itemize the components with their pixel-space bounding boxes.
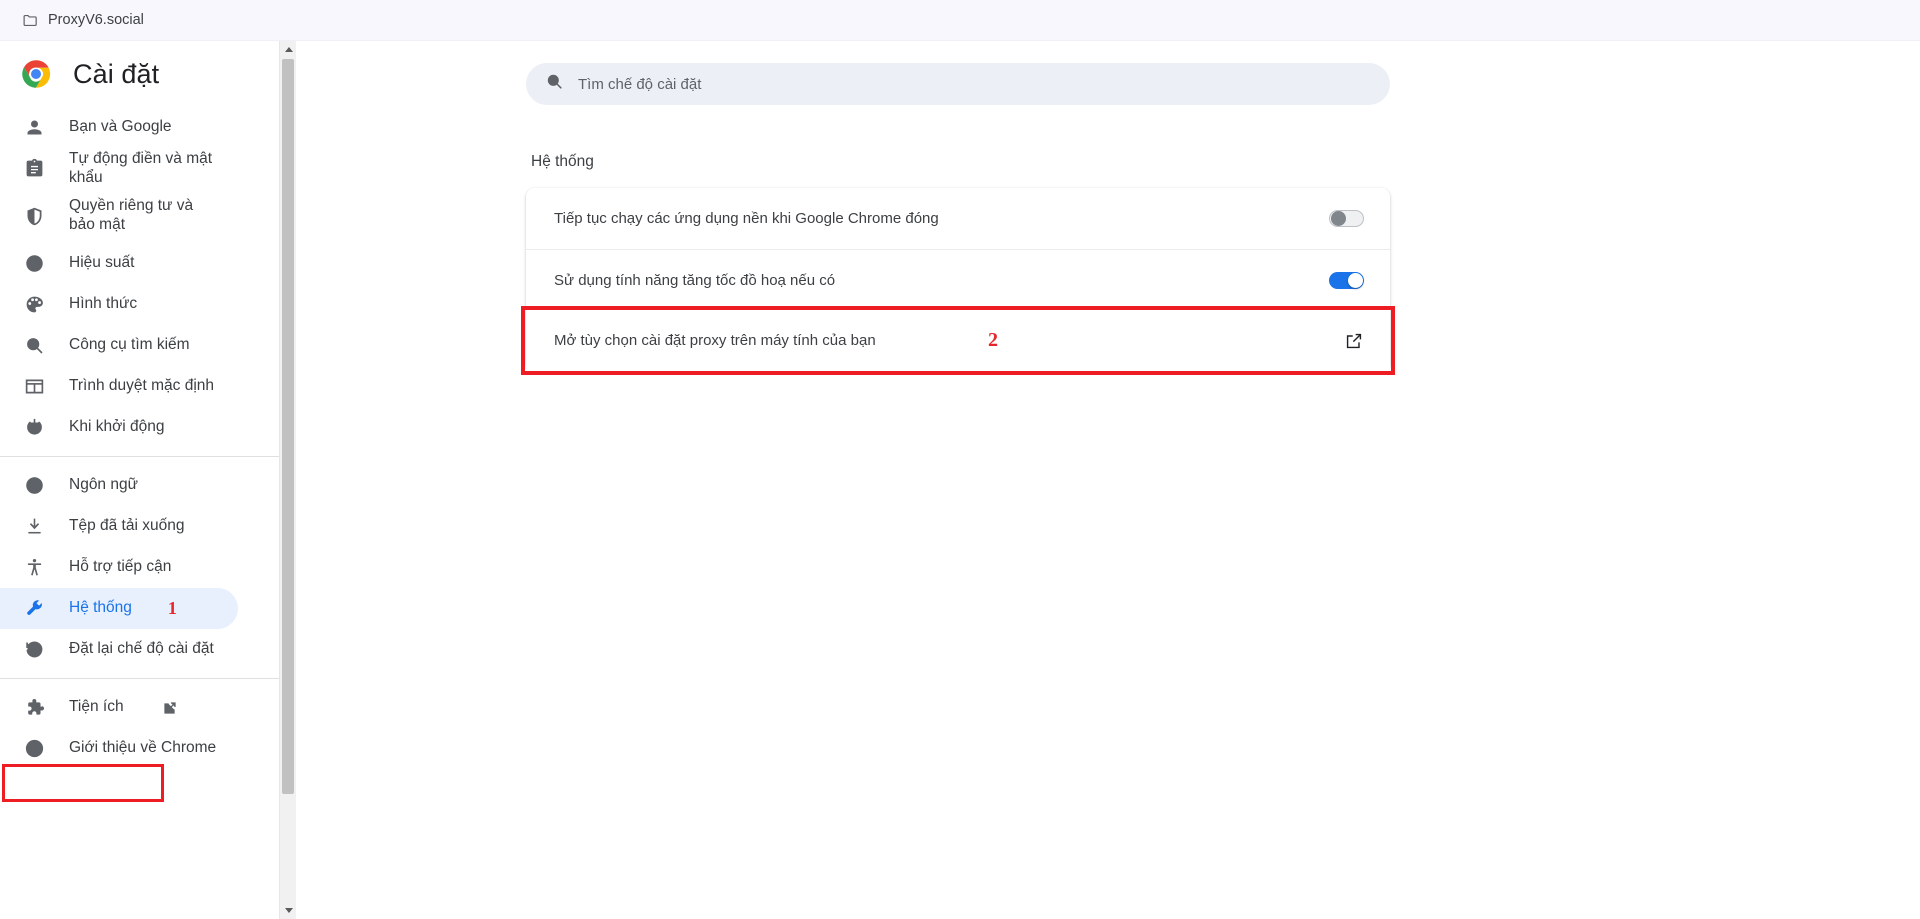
row-label: Tiếp tục chạy các ứng dụng nền khi Googl… [554,210,939,227]
sidebar-scrollbar[interactable] [279,41,297,919]
toggle-knob [1331,211,1346,226]
external-link-icon [162,700,178,716]
sidebar-item-label: Bạn và Google [69,118,172,136]
chrome-outline-icon [24,738,45,759]
sidebar-group-2: Ngôn ngữ Tệp đã tải xuống Hỗ trợ tiếp cậ… [0,465,296,670]
settings-brand: Cài đặt [0,41,296,107]
shield-icon [24,206,45,227]
sidebar-item-label: Hình thức [69,295,138,313]
sidebar-item-label: Tệp đã tải xuống [69,517,185,535]
puzzle-icon [24,697,45,718]
search-icon [24,335,45,356]
accessibility-icon [24,557,45,578]
sidebar-item-label: Đặt lại chế độ cài đặt [69,640,214,658]
sidebar-item-accessibility[interactable]: Hỗ trợ tiếp cận [0,547,238,588]
section-title-system: Hệ thống [531,153,594,170]
palette-icon [24,294,45,315]
sidebar-item-you-and-google[interactable]: Bạn và Google [0,107,238,148]
power-icon [24,417,45,438]
sidebar-item-search-engine[interactable]: Công cụ tìm kiếm [0,325,238,366]
sidebar-item-label: Hệ thống [69,599,132,617]
clipboard-icon [24,158,45,179]
toggle-hardware-acceleration[interactable] [1329,271,1364,289]
scroll-down-arrow-icon[interactable] [280,902,297,919]
row-label: Mở tùy chọn cài đặt proxy trên máy tính … [554,332,876,349]
sidebar-item-system[interactable]: Hệ thống 1 [0,588,238,629]
globe-icon [24,475,45,496]
toggle-background-apps[interactable] [1329,210,1364,227]
sidebar-item-label: Quyền riêng tư và bảo mật [69,197,194,233]
restore-icon [24,639,45,660]
sidebar-divider-1 [0,456,296,457]
sidebar-group-3: Tiện ích Giới thiệu về Chrome [0,687,296,769]
scrollbar-thumb[interactable] [282,59,294,794]
folder-icon [22,12,39,29]
sidebar-item-autofill[interactable]: Tự động điền và mật khẩu [0,148,238,189]
wrench-icon [24,598,45,619]
sidebar-item-default-browser[interactable]: Trình duyệt mặc định [0,366,238,407]
sidebar-item-downloads[interactable]: Tệp đã tải xuống [0,506,238,547]
row-background-apps[interactable]: Tiếp tục chạy các ứng dụng nền khi Googl… [526,188,1390,249]
sidebar-item-extensions[interactable]: Tiện ích [0,687,238,728]
sidebar-item-label: Trình duyệt mặc định [69,377,215,395]
download-icon [24,516,45,537]
bookmark-label: ProxyV6.social [48,12,144,28]
sidebar-item-about-chrome[interactable]: Giới thiệu về Chrome [0,728,238,769]
sidebar-item-languages[interactable]: Ngôn ngữ [0,465,238,506]
sidebar-item-privacy-security[interactable]: Quyền riêng tư và bảo mật [0,189,238,243]
sidebar-item-performance[interactable]: Hiệu suất [0,243,238,284]
bookmark-item-proxyv6[interactable]: ProxyV6.social [14,8,152,33]
row-wrapper-proxy: Mở tùy chọn cài đặt proxy trên máy tính … [521,306,1395,375]
sidebar-item-appearance[interactable]: Hình thức [0,284,238,325]
sidebar-item-label: Ngôn ngữ [69,476,138,494]
sidebar-item-label: Tiện ích [69,698,124,716]
annotation-marker-2: 2 [988,329,998,351]
sidebar-item-label: Giới thiệu về Chrome [69,739,217,757]
sidebar-divider-2 [0,678,296,679]
search-box[interactable] [526,63,1390,105]
bookmarks-bar: ProxyV6.social [0,0,1920,41]
row-hardware-acceleration[interactable]: Sử dụng tính năng tăng tốc đồ hoạ nếu có [526,249,1390,310]
search-input[interactable] [578,75,1371,93]
sidebar-item-label: Hiệu suất [69,254,135,272]
sidebar-item-label: Hỗ trợ tiếp cận [69,558,172,576]
search-area [296,41,1920,105]
row-open-proxy-settings[interactable]: Mở tùy chọn cài đặt proxy trên máy tính … [526,310,1390,371]
toggle-knob [1348,272,1363,288]
row-label: Sử dụng tính năng tăng tốc đồ hoạ nếu có [554,271,836,289]
sidebar-item-on-startup[interactable]: Khi khởi động [0,407,238,448]
annotation-marker-1: 1 [167,598,177,618]
page-body: Cài đặt Bạn và Google Tự động điền và mậ… [0,41,1920,919]
speedometer-icon [24,253,45,274]
sidebar-group-1: Bạn và Google Tự động điền và mật khẩu Q… [0,107,296,448]
sidebar-item-label: Công cụ tìm kiếm [69,336,190,354]
chrome-logo [21,59,51,89]
person-icon [24,117,45,138]
page-title: Cài đặt [73,58,160,89]
settings-sidebar: Cài đặt Bạn và Google Tự động điền và mậ… [0,41,297,919]
search-icon [545,72,564,96]
scroll-up-arrow-icon[interactable] [280,41,297,58]
external-link-icon[interactable] [1344,331,1364,351]
browser-icon [24,376,45,397]
sidebar-nav-scroll: Bạn và Google Tự động điền và mật khẩu Q… [0,107,296,919]
sidebar-item-reset-settings[interactable]: Đặt lại chế độ cài đặt [0,629,238,670]
sidebar-item-label: Tự động điền và mật khẩu [69,149,213,186]
settings-main: Hệ thống Tiếp tục chạy các ứng dụng nền … [296,41,1920,919]
sidebar-item-label: Khi khởi động [69,418,165,436]
system-settings-card: Tiếp tục chạy các ứng dụng nền khi Googl… [521,188,1395,375]
